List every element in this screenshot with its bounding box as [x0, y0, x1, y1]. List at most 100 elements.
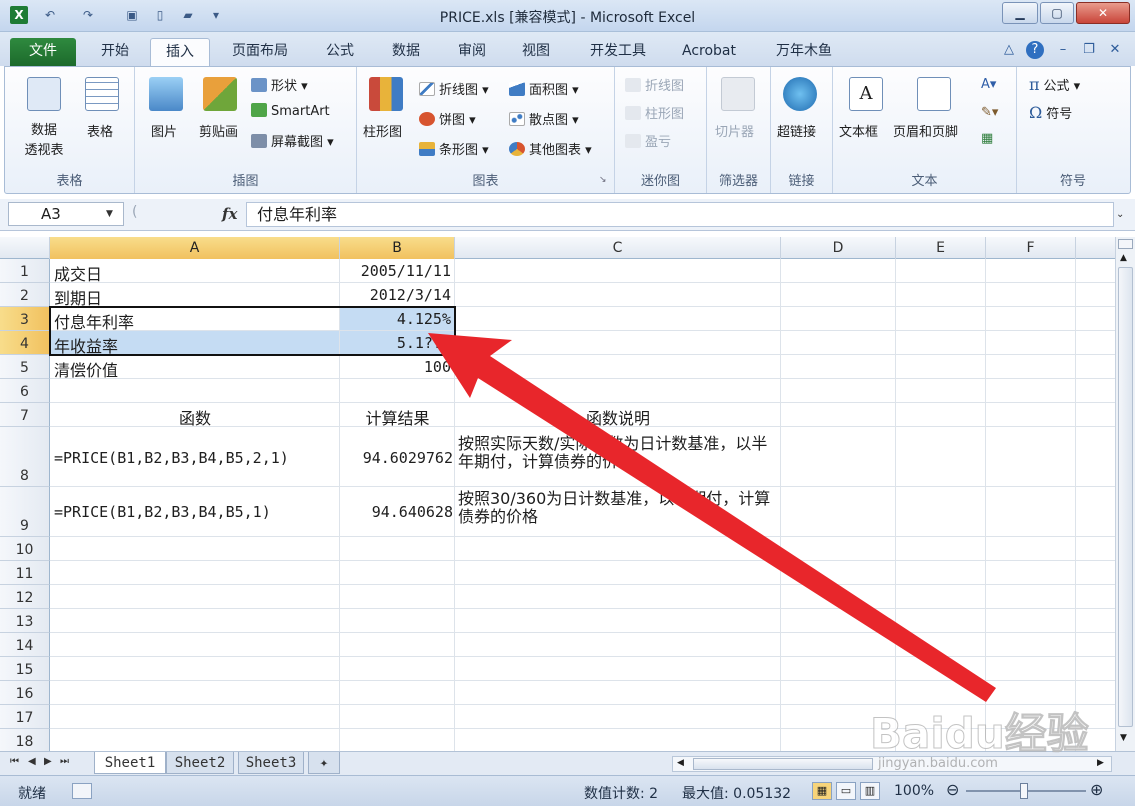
wordart-icon[interactable]: A▾ — [981, 77, 996, 92]
row-header[interactable]: 5 — [0, 355, 50, 379]
header-footer-button[interactable]: 页眉和页脚 — [893, 121, 958, 140]
cell-a7[interactable]: 函数 — [50, 405, 340, 429]
table-button[interactable]: 表格 — [87, 121, 113, 140]
scatter-chart-button[interactable]: 散点图 ▾ — [509, 109, 579, 128]
row-header[interactable]: 17 — [0, 705, 50, 729]
pie-chart-button[interactable]: 饼图 ▾ — [419, 109, 476, 128]
tab-data[interactable]: 数据 — [378, 38, 434, 66]
first-sheet-icon[interactable]: ⏮ — [10, 756, 19, 767]
insert-function-icon[interactable]: fx — [222, 205, 237, 223]
cell-a8[interactable]: =PRICE(B1,B2,B3,B4,B5,2,1) — [54, 449, 289, 467]
signature-line-icon[interactable]: ✎▾ — [981, 105, 998, 120]
pivot-table-button[interactable]: 数据 透视表 — [15, 121, 73, 161]
row-header[interactable]: 16 — [0, 681, 50, 705]
tab-formulas[interactable]: 公式 — [312, 38, 368, 66]
scroll-up-icon[interactable]: ▲ — [1120, 253, 1127, 263]
cell-b8[interactable]: 94.6029762 — [340, 449, 453, 467]
zoom-level[interactable]: 100% — [894, 783, 934, 799]
sparkline-column-button[interactable]: 柱形图 — [625, 103, 684, 122]
doc-minimize-icon[interactable]: – — [1054, 41, 1072, 59]
row-header[interactable]: 9 — [0, 487, 50, 537]
shapes-button[interactable]: 形状 ▾ — [251, 75, 308, 94]
cell-c8[interactable]: 按照实际天数/实际天数为日计数基准，以半年期付，计算债券的价格 — [458, 435, 776, 471]
split-box[interactable] — [1118, 239, 1133, 249]
row-header[interactable]: 6 — [0, 379, 50, 403]
bar-chart-button[interactable]: 条形图 ▾ — [419, 139, 489, 158]
equation-button[interactable]: π 公式 ▾ — [1029, 75, 1080, 94]
textbox-button[interactable]: 文本框 — [839, 121, 878, 140]
zoom-out-icon[interactable]: ⊖ — [946, 780, 959, 799]
other-charts-button[interactable]: 其他图表 ▾ — [509, 139, 592, 158]
cell-a9[interactable]: =PRICE(B1,B2,B3,B4,B5,1) — [54, 503, 271, 521]
scroll-right-icon[interactable]: ▶ — [1097, 758, 1104, 768]
column-header-e[interactable]: E — [896, 237, 986, 259]
doc-close-icon[interactable]: ✕ — [1106, 41, 1124, 59]
vertical-scroll-thumb[interactable] — [1118, 267, 1133, 727]
column-header-a[interactable]: A — [50, 237, 340, 259]
tab-wannianmuyu[interactable]: 万年木鱼 — [764, 38, 844, 66]
tab-view[interactable]: 视图 — [508, 38, 564, 66]
vertical-scrollbar[interactable]: ▲ ▼ — [1115, 237, 1135, 751]
cell-b7[interactable]: 计算结果 — [340, 405, 455, 429]
symbol-button[interactable]: Ω 符号 — [1029, 103, 1072, 122]
row-header[interactable]: 2 — [0, 283, 50, 307]
cell-b5[interactable]: 100 — [340, 358, 451, 376]
sheet-tab-sheet2[interactable]: Sheet2 — [166, 752, 234, 774]
row-header[interactable]: 15 — [0, 657, 50, 681]
row-header[interactable]: 12 — [0, 585, 50, 609]
zoom-slider-thumb[interactable] — [1020, 783, 1028, 799]
horizontal-scroll-thumb[interactable] — [693, 758, 873, 770]
insert-sheet-icon[interactable]: ✦ — [308, 752, 340, 774]
tab-home[interactable]: 开始 — [88, 38, 142, 66]
help-icon[interactable]: ? — [1026, 41, 1044, 59]
line-chart-button[interactable]: 折线图 ▾ — [419, 79, 489, 98]
picture-button[interactable]: 图片 — [151, 121, 177, 140]
scroll-left-icon[interactable]: ◀ — [677, 758, 684, 768]
row-header[interactable]: 10 — [0, 537, 50, 561]
minimize-button[interactable]: ▁ — [1002, 2, 1038, 24]
column-header-c[interactable]: C — [455, 237, 781, 259]
sparkline-line-button[interactable]: 折线图 — [625, 75, 684, 94]
zoom-in-icon[interactable]: ⊕ — [1090, 780, 1103, 799]
sheet-tab-sheet3[interactable]: Sheet3 — [238, 752, 304, 774]
next-sheet-icon[interactable]: ▶ — [44, 756, 52, 767]
screenshot-button[interactable]: 屏幕截图 ▾ — [251, 131, 334, 150]
object-icon[interactable]: ▦ — [981, 131, 993, 146]
area-chart-button[interactable]: 面积图 ▾ — [509, 79, 579, 98]
cell-b9[interactable]: 94.640628 — [340, 503, 453, 521]
column-chart-button[interactable]: 柱形图 — [363, 121, 402, 140]
tab-insert[interactable]: 插入 — [150, 38, 210, 66]
row-header[interactable]: 14 — [0, 633, 50, 657]
doc-restore-icon[interactable]: ❐ — [1080, 41, 1098, 59]
ribbon-collapse-icon[interactable]: △ — [1000, 41, 1018, 59]
cell-c9[interactable]: 按照30/360为日计数基准，以年期付，计算债券的价格 — [458, 490, 776, 526]
formula-input[interactable]: 付息年利率 — [246, 202, 1114, 227]
column-header-f[interactable]: F — [986, 237, 1076, 259]
normal-view-icon[interactable]: ▦ — [812, 782, 832, 800]
column-header-b[interactable]: B — [340, 237, 455, 259]
row-header[interactable]: 1 — [0, 259, 50, 283]
macro-record-icon[interactable] — [72, 783, 92, 799]
page-break-view-icon[interactable]: ▥ — [860, 782, 880, 800]
row-header[interactable]: 8 — [0, 427, 50, 487]
cell-a5[interactable]: 清偿价值 — [54, 357, 118, 381]
cell-c7[interactable]: 函数说明 — [455, 405, 781, 429]
close-button[interactable]: ✕ — [1076, 2, 1130, 24]
slicer-button[interactable]: 切片器 — [715, 121, 754, 140]
page-layout-view-icon[interactable]: ▭ — [836, 782, 856, 800]
clipart-button[interactable]: 剪贴画 — [199, 121, 238, 140]
row-header[interactable]: 11 — [0, 561, 50, 585]
name-box-dropdown-icon[interactable]: ▼ — [106, 209, 113, 219]
row-header[interactable]: 13 — [0, 609, 50, 633]
prev-sheet-icon[interactable]: ◀ — [28, 756, 36, 767]
scroll-down-icon[interactable]: ▼ — [1120, 733, 1127, 743]
select-all-corner[interactable] — [0, 237, 50, 259]
tab-file[interactable]: 文件 — [10, 38, 76, 66]
column-header-g[interactable] — [1076, 237, 1115, 259]
hyperlink-button[interactable]: 超链接 — [777, 121, 816, 140]
row-header[interactable]: 18 — [0, 729, 50, 751]
cell-b2[interactable]: 2012/3/14 — [340, 286, 451, 304]
cell-b1[interactable]: 2005/11/11 — [340, 262, 451, 280]
tab-page-layout[interactable]: 页面布局 — [222, 38, 298, 66]
cell-a1[interactable]: 成交日 — [54, 261, 102, 285]
